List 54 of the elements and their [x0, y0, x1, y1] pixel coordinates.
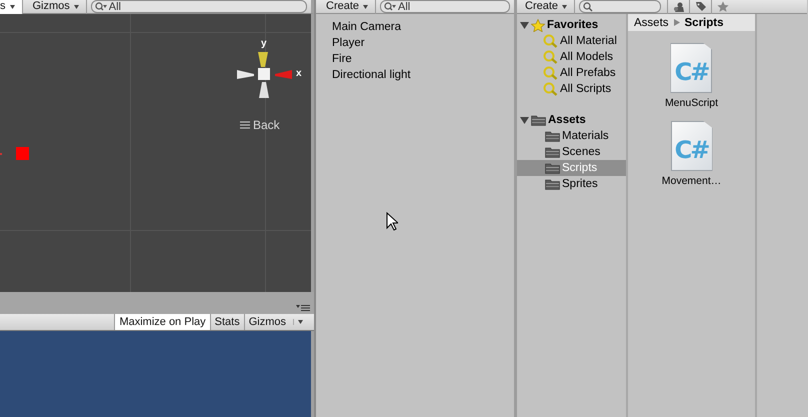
search-field[interactable]: [579, 0, 662, 13]
tree-item[interactable]: All Prefabs: [517, 65, 626, 81]
tree-item[interactable]: Materials: [517, 128, 626, 144]
tree-item[interactable]: Assets: [517, 112, 626, 128]
create-dropdown[interactable]: Create: [517, 0, 576, 14]
search-icon: [543, 82, 558, 96]
axis-label: y: [261, 39, 267, 49]
sprite-object: [16, 147, 29, 160]
toggle-button[interactable]: Maximize on Play: [114, 314, 210, 330]
caret-icon: [72, 4, 80, 10]
search-field[interactable]: All: [380, 0, 510, 13]
search-icon: [543, 66, 558, 80]
gizmos-dropdown[interactable]: Gizmos: [244, 314, 308, 330]
hierarchy-item[interactable]: Main Camera: [332, 19, 514, 35]
caret-icon: [297, 319, 304, 325]
folder-icon: [545, 162, 560, 174]
tree-item[interactable]: Scenes: [517, 144, 626, 160]
expanded-arrow-icon[interactable]: [520, 21, 529, 29]
asset-name[interactable]: Movement…: [662, 175, 722, 187]
orientation-gizmo: [237, 52, 292, 98]
tree-item[interactable]: All Material: [517, 33, 626, 49]
folder-icon: [545, 130, 560, 142]
folder-icon: [545, 146, 560, 158]
panel-menu-icon[interactable]: [296, 304, 310, 312]
folder-icon: [545, 178, 560, 190]
hierarchy-item[interactable]: Player: [332, 35, 514, 51]
tree-item[interactable]: All Models: [517, 49, 626, 65]
breadcrumb-item[interactable]: Assets: [634, 16, 669, 28]
asset-name[interactable]: MenuScript: [664, 97, 718, 109]
cursor-icon: [386, 212, 398, 231]
toggle-button[interactable]: Stats: [210, 314, 244, 330]
menu-icon: [240, 121, 250, 129]
search-field[interactable]: All: [90, 0, 307, 13]
create-dropdown[interactable]: Create: [316, 0, 376, 14]
shapes-icon: [672, 2, 685, 12]
caret-icon: [362, 4, 370, 10]
search-icon: [543, 34, 558, 48]
hierarchy-item[interactable]: Directional light: [332, 67, 514, 83]
hierarchy-item[interactable]: Fire: [332, 51, 514, 67]
search-icon: [543, 50, 558, 64]
tag-icon: [694, 1, 707, 12]
breadcrumb-item[interactable]: Scripts: [684, 16, 724, 28]
axis-label: x: [296, 69, 302, 79]
caret-icon: [561, 4, 568, 10]
tree-item[interactable]: Favorites: [517, 17, 626, 33]
tree-item[interactable]: Sprites: [517, 176, 626, 192]
tree-item[interactable]: All Scripts: [517, 81, 626, 97]
expanded-arrow-icon[interactable]: [520, 116, 529, 124]
caret-icon: [8, 4, 16, 10]
view-menu[interactable]: Back: [240, 118, 280, 132]
shading-dropdown[interactable]: s: [0, 0, 22, 14]
breadcrumb-arrow-icon: [674, 19, 680, 26]
folder-icon: [531, 114, 546, 126]
star-icon: [531, 18, 545, 32]
